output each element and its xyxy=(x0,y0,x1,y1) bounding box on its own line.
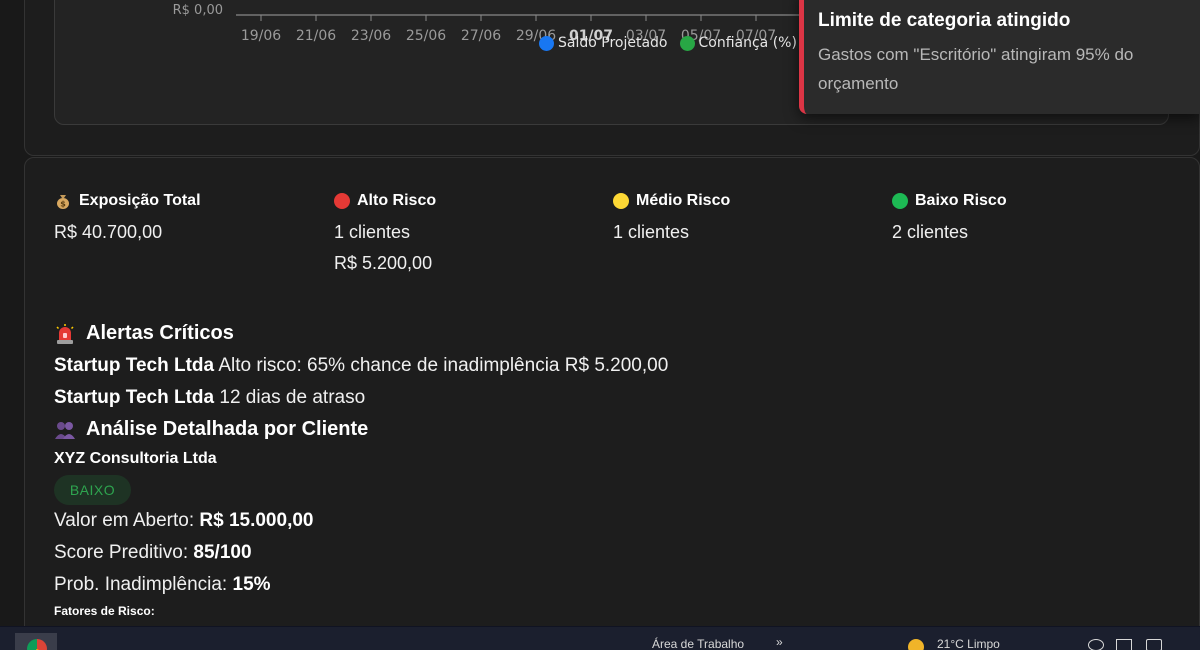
risk-factors-label: Fatores de Risco: xyxy=(54,604,155,618)
x-tick-label: 23/06 xyxy=(351,28,391,44)
alert-text: Alto risco: 65% chance de inadimplência … xyxy=(218,355,669,376)
stat-label: Alto Risco xyxy=(357,192,437,209)
section-title-text: Alertas Críticos xyxy=(86,322,234,344)
client-name: XYZ Consultoria Ltda xyxy=(54,450,217,467)
network-icon[interactable] xyxy=(1088,639,1104,650)
x-tick-label: 25/06 xyxy=(406,28,446,44)
money-bag-icon: $ xyxy=(57,195,69,209)
detail-label: Prob. Inadimplência: xyxy=(54,574,228,595)
svg-text:$: $ xyxy=(60,200,66,209)
legend-item-confianca[interactable]: Confiança (%) xyxy=(679,35,797,51)
stat-label: Baixo Risco xyxy=(915,192,1007,209)
toast-message: Gastos com "Escritório" atingiram 95% do… xyxy=(818,45,1134,93)
stat-clients: 1 clientes xyxy=(334,222,411,242)
section-title-text: Análise Detalhada por Cliente xyxy=(86,418,369,440)
alert-item: Startup Tech Ltda Alto risco: 65% chance… xyxy=(54,355,668,377)
risk-level-badge: BAIXO xyxy=(54,475,131,505)
volume-icon[interactable] xyxy=(1146,639,1162,650)
legend-swatch-blue xyxy=(539,35,554,51)
moon-icon[interactable] xyxy=(908,639,924,650)
green-circle-icon xyxy=(892,193,908,209)
siren-icon xyxy=(56,323,74,344)
score-row: Score Preditivo: 85/100 xyxy=(54,542,252,564)
detail-value: R$ 15.000,00 xyxy=(199,510,314,531)
stat-low-risk: Baixo Risco 2 clientes xyxy=(892,191,1007,243)
x-tick-label: 21/06 xyxy=(296,28,336,44)
stat-exposure: $ Exposição Total R$ 40.700,00 xyxy=(54,191,201,243)
detail-label: Valor em Aberto: xyxy=(54,510,195,531)
alert-text: 12 dias de atraso xyxy=(219,387,366,408)
toast-title: Limite de categoria atingido xyxy=(818,10,1071,31)
alerts-heading: Alertas Críticos xyxy=(54,322,234,345)
detail-value: 15% xyxy=(232,574,271,595)
alert-client: Startup Tech Ltda xyxy=(54,387,215,408)
display-icon[interactable] xyxy=(1116,639,1132,650)
alert-client: Startup Tech Ltda xyxy=(54,355,215,376)
stat-label: Exposição Total xyxy=(79,192,201,209)
stat-clients: 2 clientes xyxy=(892,222,969,242)
legend-swatch-green xyxy=(679,35,695,51)
stat-clients: 1 clientes xyxy=(613,222,690,242)
y-tick-label: R$ 0,00 xyxy=(173,3,223,18)
detail-label: Score Preditivo: xyxy=(54,542,189,563)
stat-amount: R$ 5.200,00 xyxy=(334,253,433,273)
taskbar: Área de Trabalho » 21°C Limpo xyxy=(0,626,1200,650)
detail-value: 85/100 xyxy=(193,542,252,563)
chart-legend: Saldo Projetado Confiança (%) xyxy=(539,35,797,51)
open-value-row: Valor em Aberto: R$ 15.000,00 xyxy=(54,510,313,532)
stat-label: Médio Risco xyxy=(636,192,731,209)
taskbar-desktop-label[interactable]: Área de Trabalho xyxy=(652,637,744,650)
x-tick-label: 19/06 xyxy=(241,28,281,44)
analysis-heading: Análise Detalhada por Cliente xyxy=(54,418,368,441)
chevron-right-icon[interactable]: » xyxy=(776,635,783,649)
stat-value: R$ 40.700,00 xyxy=(54,222,163,242)
legend-item-saldo[interactable]: Saldo Projetado xyxy=(539,35,668,51)
x-tick-label: 27/06 xyxy=(461,28,501,44)
yellow-circle-icon xyxy=(613,193,629,209)
people-icon xyxy=(55,421,75,439)
stat-medium-risk: Médio Risco 1 clientes xyxy=(613,191,730,243)
alert-item: Startup Tech Ltda 12 dias de atraso xyxy=(54,387,365,409)
weather-text[interactable]: 21°C Limpo xyxy=(937,637,1000,650)
default-probability-row: Prob. Inadimplência: 15% xyxy=(54,574,271,596)
stat-high-risk: Alto Risco 1 clientes R$ 5.200,00 xyxy=(334,191,436,274)
red-circle-icon xyxy=(334,193,350,209)
legend-label: Saldo Projetado xyxy=(558,35,668,51)
legend-label: Confiança (%) xyxy=(698,35,797,51)
category-limit-toast[interactable]: Limite de categoria atingido Gastos com … xyxy=(799,0,1200,114)
